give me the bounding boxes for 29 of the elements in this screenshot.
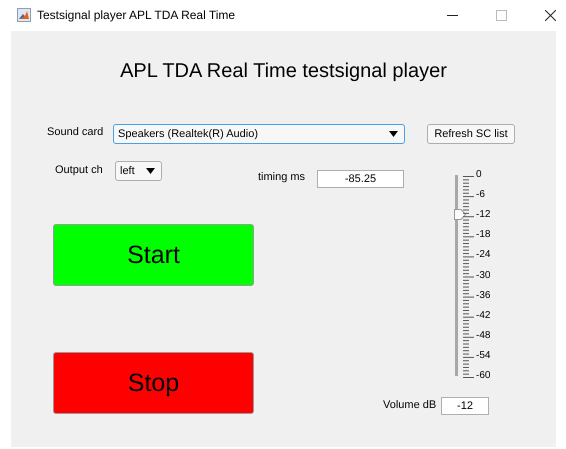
scale-label: 0 — [476, 169, 482, 181]
start-button[interactable]: Start — [53, 224, 254, 286]
close-icon[interactable] — [545, 10, 556, 20]
slider-thumb[interactable] — [454, 209, 466, 220]
scale-label: -36 — [476, 290, 490, 302]
caret-icon — [146, 168, 155, 174]
scale-label: -30 — [476, 270, 490, 282]
timing-field[interactable]: -85.25 — [317, 170, 404, 188]
sound-card-dropdown[interactable]: Speakers (Realtek(R) Audio) — [113, 124, 405, 144]
output-ch-label: Output ch — [55, 164, 103, 176]
scale-label: -42 — [476, 310, 490, 322]
app-icon — [17, 8, 31, 22]
scale-label: -18 — [476, 229, 490, 242]
app-heading: APL TDA Real Time testsignal player — [119, 60, 448, 83]
refresh-button[interactable]: Refresh SC list — [427, 124, 515, 144]
output-ch-dropdown[interactable]: left — [115, 161, 162, 181]
scale-label: -48 — [476, 330, 490, 342]
scale-label: -12 — [476, 209, 490, 222]
volume-field[interactable]: -12 — [441, 397, 489, 415]
scale-label: -54 — [476, 350, 490, 362]
window-title: Testsignal player APL TDA Real Time — [37, 8, 236, 22]
volume-label: Volume dB — [383, 399, 436, 411]
caret-icon — [389, 131, 398, 137]
timing-label: timing ms — [258, 171, 306, 183]
scale-label: -24 — [476, 249, 490, 262]
sound-card-label: Sound card — [47, 126, 104, 138]
stop-button[interactable]: Stop — [53, 352, 254, 414]
scale-label: -60 — [476, 370, 490, 382]
scale-label: -6 — [476, 189, 485, 202]
